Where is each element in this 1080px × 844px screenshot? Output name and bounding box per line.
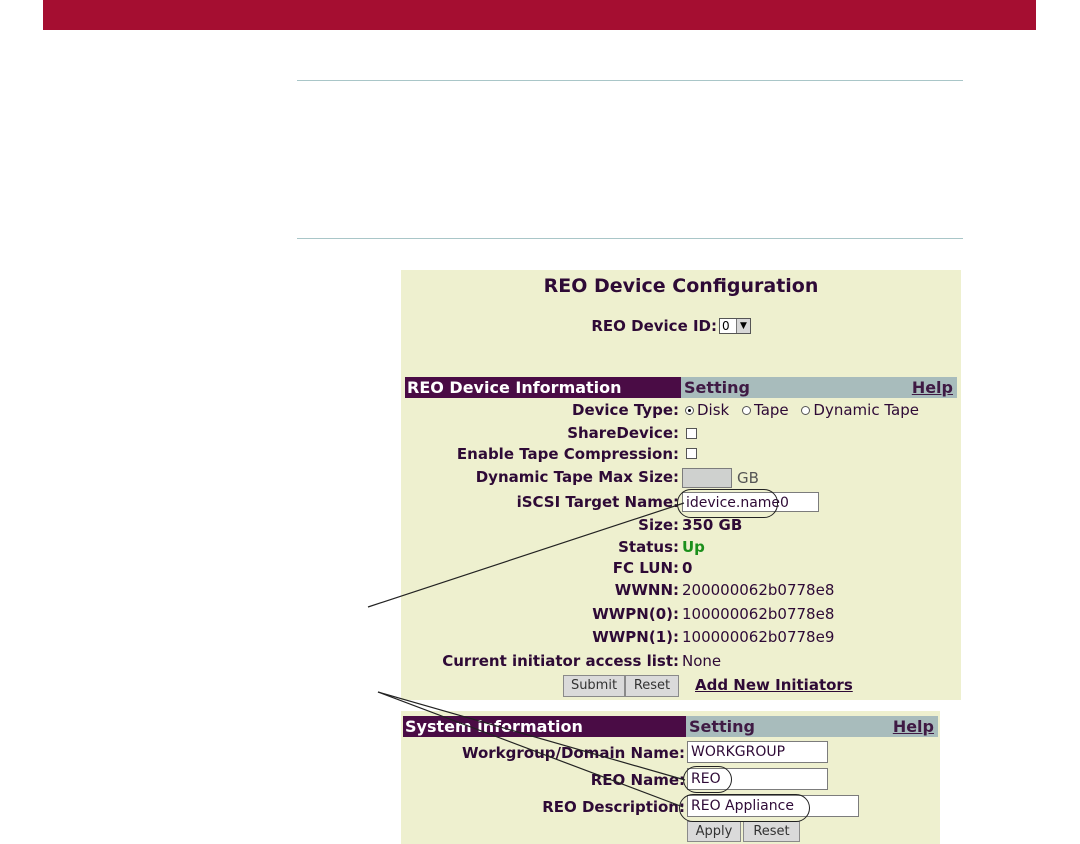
callout-leader-lines [367,502,686,808]
